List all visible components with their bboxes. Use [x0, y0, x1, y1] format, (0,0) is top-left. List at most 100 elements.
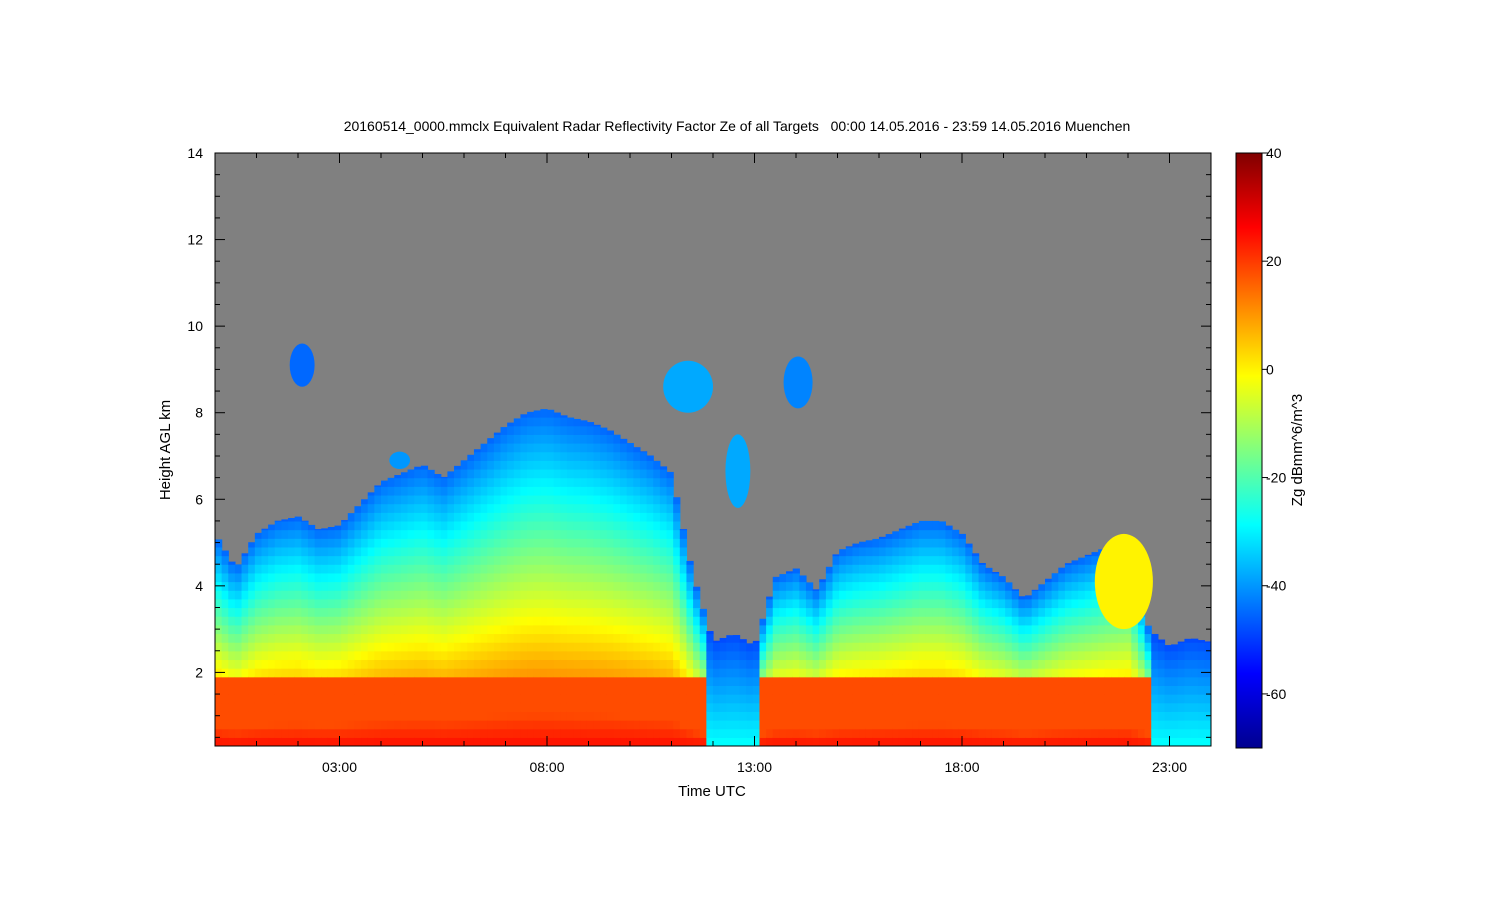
- reflectivity-cell: [454, 468, 462, 479]
- reflectivity-cell: [347, 668, 356, 678]
- reflectivity-cell: [560, 529, 568, 539]
- reflectivity-cell: [991, 650, 1000, 661]
- reflectivity-cell: [792, 633, 800, 643]
- reflectivity-cell: [779, 581, 787, 591]
- reflectivity-cell: [261, 737, 269, 746]
- reflectivity-cell: [241, 711, 249, 721]
- reflectivity-cell: [620, 494, 628, 505]
- reflectivity-cell: [407, 633, 415, 643]
- reflectivity-cell: [540, 468, 548, 479]
- reflectivity-cell: [713, 702, 721, 712]
- reflectivity-cell: [381, 598, 389, 609]
- reflectivity-cell: [254, 702, 263, 712]
- reflectivity-cell: [885, 546, 893, 557]
- reflectivity-cell: [327, 633, 336, 643]
- reflectivity-cell: [865, 694, 873, 704]
- reflectivity-cell: [845, 624, 854, 635]
- reflectivity-cell: [845, 720, 854, 730]
- reflectivity-cell: [367, 564, 375, 574]
- reflectivity-cell: [215, 633, 223, 643]
- x-tick-label: 13:00: [737, 759, 772, 775]
- reflectivity-cell: [633, 512, 641, 522]
- reflectivity-cell: [573, 598, 581, 609]
- reflectivity-cell: [1157, 650, 1166, 661]
- reflectivity-cell: [573, 590, 581, 600]
- reflectivity-cell: [487, 616, 495, 626]
- reflectivity-cell: [248, 607, 256, 617]
- reflectivity-cell: [633, 668, 641, 678]
- reflectivity-cell: [859, 685, 867, 695]
- reflectivity-cell: [633, 538, 641, 548]
- reflectivity-cell: [467, 494, 475, 505]
- reflectivity-cell: [905, 702, 913, 712]
- reflectivity-cell: [367, 668, 375, 678]
- reflectivity-cell: [991, 590, 1000, 600]
- reflectivity-cell: [912, 607, 920, 617]
- reflectivity-cell: [706, 702, 714, 712]
- reflectivity-cell: [892, 546, 900, 557]
- reflectivity-cell: [1078, 581, 1086, 591]
- reflectivity-cell: [367, 711, 375, 721]
- reflectivity-cell: [414, 624, 422, 635]
- reflectivity-cell: [573, 520, 581, 531]
- reflectivity-cell: [513, 668, 522, 678]
- reflectivity-cell: [1051, 650, 1059, 661]
- reflectivity-cell: [699, 668, 707, 678]
- reflectivity-cell: [1071, 598, 1079, 609]
- reflectivity-cell: [274, 581, 282, 591]
- reflectivity-cell: [1018, 642, 1026, 652]
- reflectivity-cell: [440, 711, 448, 721]
- reflectivity-cell: [693, 728, 701, 738]
- reflectivity-cell: [912, 650, 920, 661]
- reflectivity-cell: [699, 694, 707, 704]
- reflectivity-cell: [314, 529, 322, 539]
- reflectivity-cell: [766, 737, 774, 746]
- reflectivity-cell: [467, 668, 475, 678]
- reflectivity-cell: [215, 650, 223, 661]
- reflectivity-cell: [294, 711, 302, 721]
- reflectivity-cell: [626, 538, 634, 548]
- reflectivity-cell: [600, 711, 608, 721]
- reflectivity-cell: [792, 642, 800, 652]
- reflectivity-cell: [1058, 581, 1066, 591]
- reflectivity-cell: [912, 598, 920, 609]
- reflectivity-cell: [600, 468, 608, 479]
- reflectivity-cell: [334, 607, 342, 617]
- reflectivity-cell: [228, 668, 236, 678]
- reflectivity-cell: [301, 668, 309, 678]
- reflectivity-cell: [274, 529, 282, 539]
- reflectivity-cell: [852, 642, 860, 652]
- reflectivity-cell: [248, 650, 256, 661]
- reflectivity-cell: [281, 572, 289, 583]
- reflectivity-cell: [938, 659, 946, 669]
- reflectivity-cell: [679, 546, 688, 557]
- reflectivity-cell: [533, 668, 541, 678]
- reflectivity-cell: [394, 624, 402, 635]
- reflectivity-cell: [699, 685, 707, 695]
- reflectivity-cell: [454, 737, 462, 746]
- reflectivity-cell: [620, 529, 628, 539]
- reflectivity-cell: [560, 443, 568, 453]
- reflectivity-cell: [480, 468, 488, 479]
- reflectivity-cell: [1058, 694, 1066, 704]
- reflectivity-cell: [952, 598, 960, 609]
- reflectivity-cell: [487, 633, 495, 643]
- reflectivity-cell: [938, 728, 946, 738]
- reflectivity-cell: [991, 633, 1000, 643]
- reflectivity-cell: [865, 598, 873, 609]
- reflectivity-cell: [912, 564, 920, 574]
- reflectivity-cell: [281, 538, 289, 548]
- reflectivity-cell: [553, 451, 561, 461]
- reflectivity-cell: [985, 572, 993, 583]
- reflectivity-cell: [374, 607, 382, 617]
- reflectivity-cell: [261, 728, 269, 738]
- reflectivity-cell: [653, 520, 661, 531]
- reflectivity-cell: [454, 633, 462, 643]
- reflectivity-cell: [998, 720, 1006, 730]
- reflectivity-cell: [1098, 676, 1106, 686]
- reflectivity-cell: [274, 616, 282, 626]
- reflectivity-cell: [633, 555, 641, 565]
- reflectivity-cell: [845, 694, 854, 704]
- reflectivity-cell: [825, 581, 834, 591]
- reflectivity-cell: [1005, 616, 1013, 626]
